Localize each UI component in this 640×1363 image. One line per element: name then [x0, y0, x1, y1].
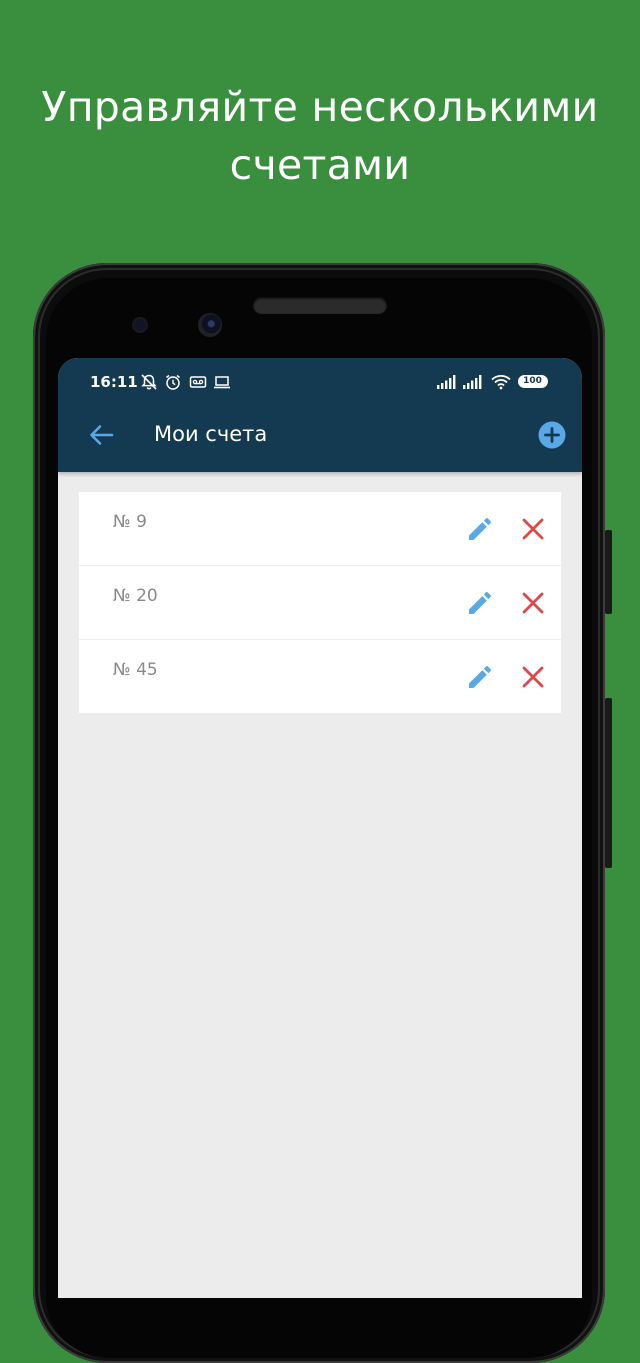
status-time: 16:11: [90, 373, 138, 391]
battery-level: 100: [523, 376, 542, 386]
phone-front-camera: [198, 313, 222, 337]
promo-title-line-1: Управляйте несколькими: [41, 83, 599, 131]
delete-button[interactable]: [521, 591, 545, 615]
add-account-button[interactable]: [538, 421, 566, 449]
phone-power-button: [605, 530, 612, 614]
list-item[interactable]: № 45: [79, 640, 561, 713]
account-label: № 20: [113, 586, 158, 606]
delete-button[interactable]: [521, 665, 545, 689]
edit-button[interactable]: [465, 514, 495, 544]
phone-sensor: [134, 319, 146, 331]
voicemail-icon: [189, 376, 207, 388]
list-item[interactable]: № 20: [79, 566, 561, 640]
edit-button[interactable]: [465, 662, 495, 692]
back-button[interactable]: [86, 420, 116, 450]
signal-icon: [463, 375, 482, 389]
delete-button[interactable]: [521, 517, 545, 541]
page-title: Мои счета: [154, 422, 268, 446]
promo-title-line-2: счетами: [229, 141, 411, 189]
alarm-icon: [166, 374, 180, 390]
app-bar: 16:11 100 Мои счета: [58, 358, 582, 472]
battery-icon: 100: [518, 375, 548, 388]
wifi-icon: [491, 375, 511, 390]
bell-off-icon: [141, 374, 157, 390]
account-label: № 9: [113, 512, 147, 532]
list-item[interactable]: № 9: [79, 492, 561, 566]
phone-screen: 16:11 100 Мои счета № 9 № 20 № 45: [58, 358, 582, 1298]
promo-title: Управляйте несколькими счетами: [0, 78, 640, 194]
edit-button[interactable]: [465, 588, 495, 618]
account-label: № 45: [113, 660, 158, 680]
laptop-icon: [214, 376, 230, 389]
phone-volume-button: [605, 698, 612, 868]
phone-speaker: [253, 297, 387, 314]
signal-icon: [437, 375, 456, 389]
accounts-list: № 9 № 20 № 45: [79, 492, 561, 713]
